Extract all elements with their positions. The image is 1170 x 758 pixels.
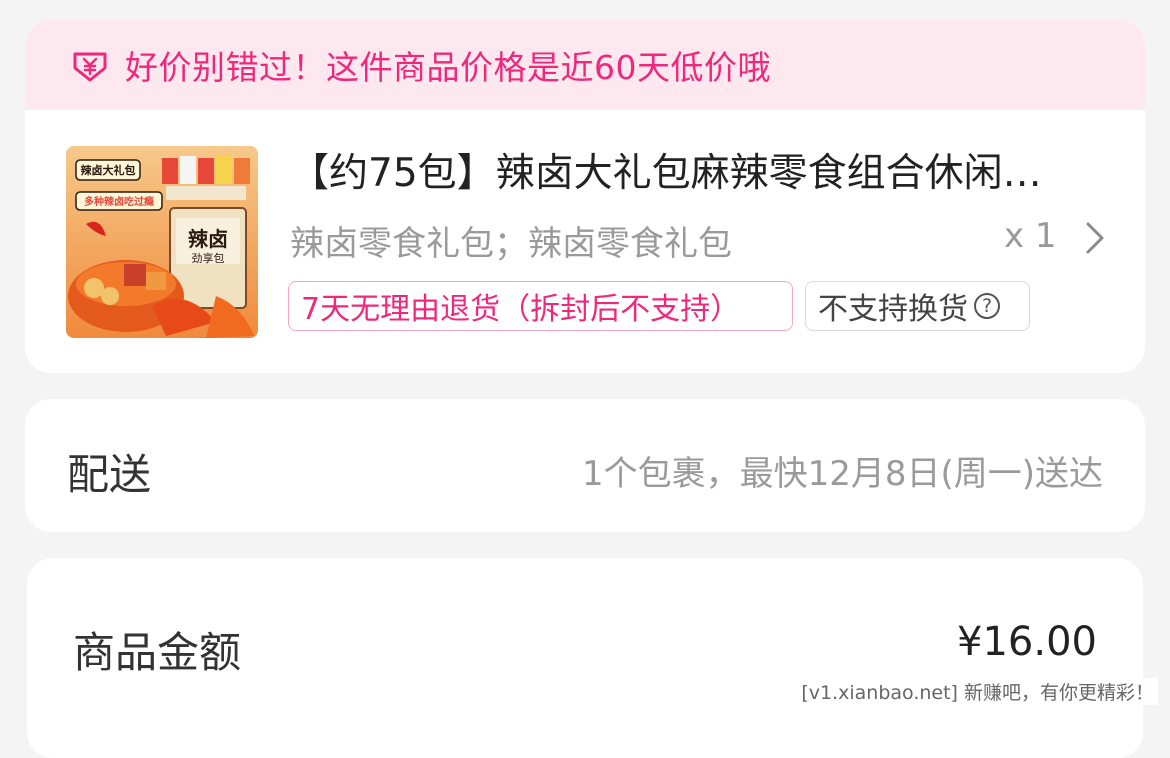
watermark-text: [v1.xianbao.net] 新赚吧，有你更精彩！ (797, 678, 1158, 705)
promo-text: 好价别错过！这件商品价格是近60天低价哦 (125, 48, 771, 87)
low-price-banner: 好价别错过！这件商品价格是近60天低价哦 (25, 20, 1145, 110)
product-image[interactable]: 辣卤 劲享包 辣卤大礼包 多种辣卤吃过瘾 (66, 146, 258, 338)
image-badge-top: 辣卤大礼包 (81, 163, 136, 177)
product-image-graphic: 辣卤 劲享包 辣卤大礼包 多种辣卤吃过瘾 (66, 146, 258, 338)
delivery-label: 配送 (67, 450, 152, 499)
exchange-policy-tag[interactable]: 不支持换货 ? (805, 281, 1030, 331)
amount-card: 商品金额 ¥16.00 (27, 558, 1143, 758)
price-tag-yen-icon (73, 52, 107, 82)
product-title[interactable]: 【约75包】辣卤大礼包麻辣零食组合休闲… (290, 142, 1110, 198)
product-quantity: x 1 (1004, 216, 1057, 256)
amount-value: ¥16.00 (957, 619, 1097, 665)
return-policy-tag: 7天无理由退货（拆封后不支持） (288, 281, 793, 331)
chevron-right-icon[interactable] (1083, 220, 1107, 256)
delivery-card[interactable]: 配送 1个包裹，最快12月8日(周一)送达 (25, 399, 1145, 532)
exchange-policy-label: 不支持换货 (818, 292, 968, 327)
help-question-icon[interactable]: ? (974, 293, 1000, 319)
product-card: 好价别错过！这件商品价格是近60天低价哦 辣卤 劲享包 辣卤大礼包 多种辣卤吃过… (25, 20, 1145, 373)
package-subtitle: 劲享包 (192, 251, 225, 265)
product-spec: 辣卤零食礼包；辣卤零食礼包 (290, 224, 732, 264)
image-badge-mid: 多种辣卤吃过瘾 (84, 195, 154, 208)
amount-label: 商品金额 (73, 628, 242, 677)
delivery-info: 1个包裹，最快12月8日(周一)送达 (581, 454, 1103, 494)
return-policy-label: 7天无理由退货（拆封后不支持） (301, 292, 741, 327)
package-title: 辣卤 (188, 227, 228, 251)
